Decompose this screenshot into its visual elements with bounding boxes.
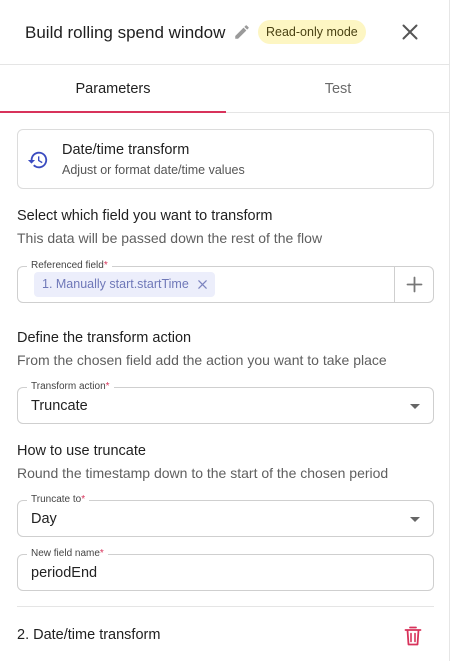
referenced-field-label: Referenced field*: [27, 260, 112, 272]
action-section-description: From the chosen field add the action you…: [17, 352, 387, 368]
field-section-title: Select which field you want to transform: [17, 208, 273, 224]
close-icon[interactable]: [398, 20, 422, 44]
tab-test[interactable]: Test: [226, 65, 450, 113]
referenced-field-chip[interactable]: 1. Manually start.startTime: [34, 272, 215, 297]
panel-header: Build rolling spend window Read-only mod…: [0, 0, 450, 65]
truncate-section-title: How to use truncate: [17, 443, 146, 459]
panel-title: Build rolling spend window: [25, 23, 226, 42]
tab-parameters[interactable]: Parameters: [0, 65, 226, 113]
truncate-to-value: Day: [31, 511, 57, 527]
new-field-name-value: periodEnd: [31, 565, 98, 581]
step-settings-panel: Build rolling spend window Read-only mod…: [0, 0, 450, 661]
new-field-name-label: New field name*: [27, 548, 108, 560]
field-section-description: This data will be passed down the rest o…: [17, 230, 323, 246]
step-type-title: Date/time transform: [62, 142, 190, 158]
chip-label: 1. Manually start.startTime: [42, 277, 189, 291]
chevron-down-icon[interactable]: [410, 404, 420, 409]
history-clock-icon: [27, 151, 48, 169]
section-divider: [17, 606, 434, 607]
add-icon[interactable]: [395, 267, 434, 302]
step-type-description: Adjust or format date/time values: [62, 163, 245, 177]
referenced-field[interactable]: Referenced field* 1. Manually start.star…: [17, 260, 434, 303]
transform-action-label: Transform action*: [27, 381, 114, 393]
active-tab-indicator: [0, 111, 226, 113]
chevron-down-icon[interactable]: [410, 517, 420, 522]
trash-icon[interactable]: [404, 626, 422, 646]
transform-action-select[interactable]: Transform action* Truncate: [17, 381, 434, 424]
action-section-title: Define the transform action: [17, 330, 192, 346]
new-field-name-input[interactable]: New field name* periodEnd: [17, 548, 434, 591]
truncate-to-select[interactable]: Truncate to* Day: [17, 494, 434, 537]
truncate-to-label: Truncate to*: [27, 494, 90, 506]
remove-chip-icon[interactable]: [197, 279, 208, 290]
tab-bar: Parameters Test: [0, 65, 450, 113]
step-type-card[interactable]: Date/time transform Adjust or format dat…: [17, 129, 434, 189]
pencil-icon[interactable]: [233, 23, 251, 41]
transform-action-value: Truncate: [31, 398, 88, 414]
next-step-title[interactable]: 2. Date/time transform: [17, 627, 160, 643]
read-only-badge: Read-only mode: [258, 20, 366, 44]
truncate-section-description: Round the timestamp down to the start of…: [17, 465, 389, 481]
